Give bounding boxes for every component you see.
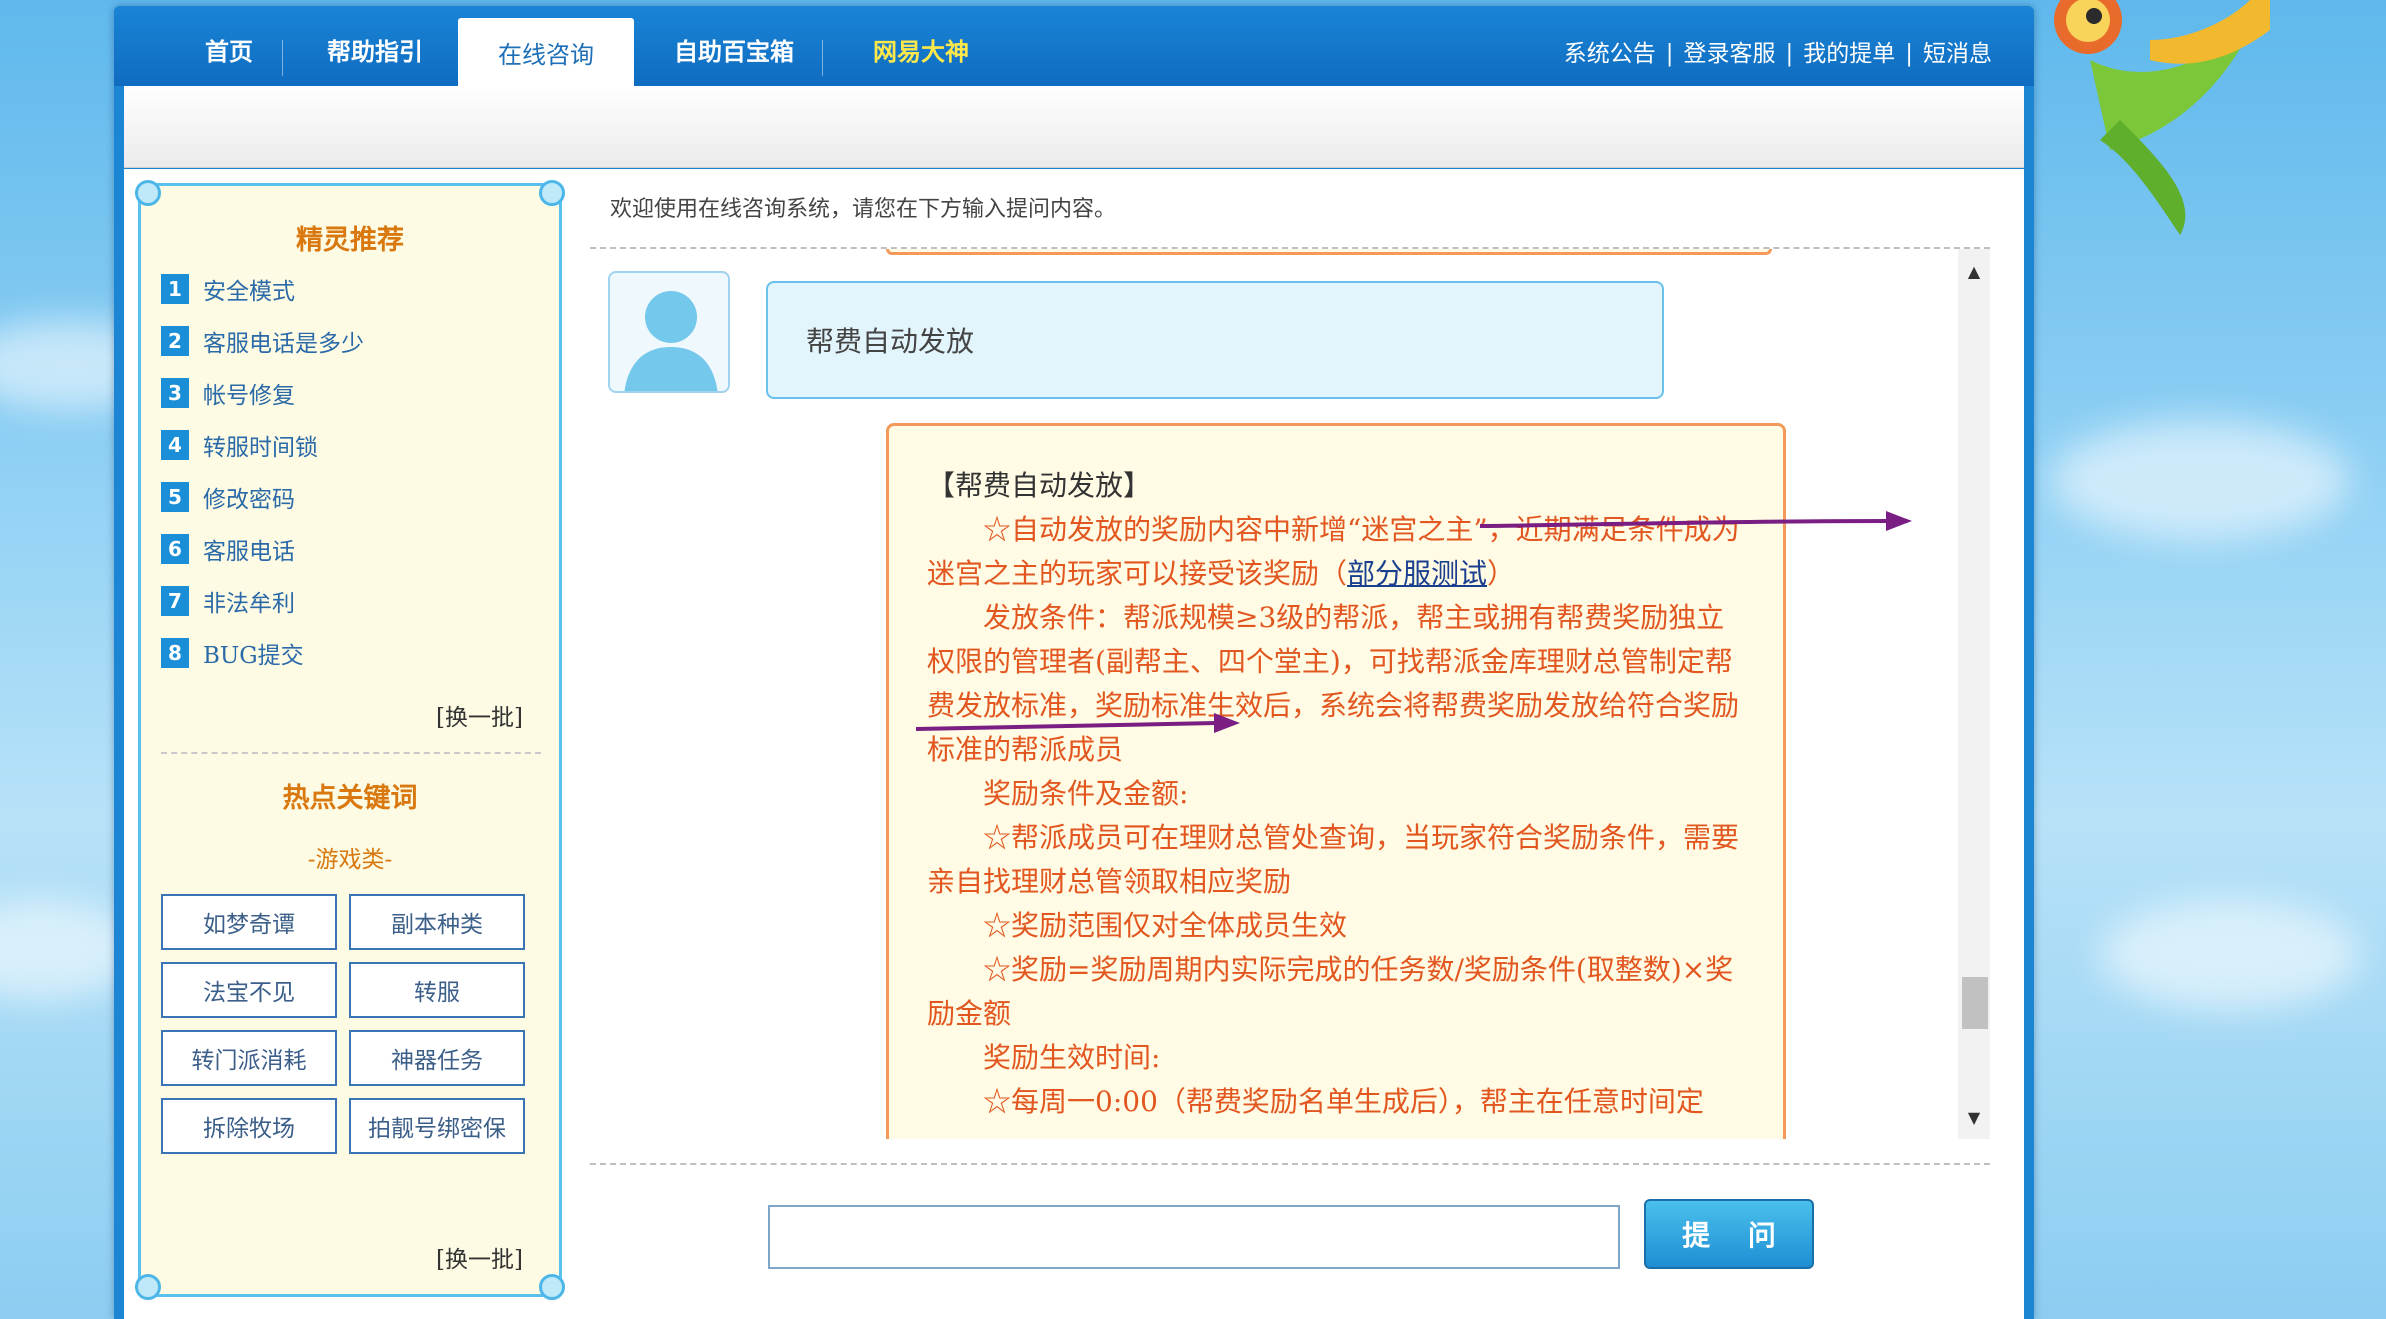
annotation-arrow	[915, 721, 1217, 731]
sidebar-panel: 精灵推荐 1 安全模式 2 客服电话是多少 3 帐号修复 4 转服时间锁 5 修改密码 6…	[135, 180, 565, 1300]
ask-button[interactable]: 提 问	[1644, 1199, 1814, 1269]
link-login-service[interactable]: 登录客服	[1684, 41, 1776, 67]
bg-cloud	[2100, 900, 2360, 1010]
annotation-arrows	[915, 511, 1912, 733]
item-number: 2	[161, 326, 189, 356]
chat-scrollbar[interactable]: ▲ ▼	[1958, 249, 1990, 1139]
recommend-title: 精灵推荐	[296, 225, 404, 256]
scroll-thumb[interactable]	[1962, 977, 1988, 1029]
link-messages[interactable]: 短消息	[1923, 41, 1992, 67]
link-system-notice[interactable]: 系统公告	[1564, 41, 1656, 67]
item-number: 3	[161, 378, 189, 408]
item-label: 转服时间锁	[203, 435, 318, 461]
keyword-button[interactable]: 如梦奇谭	[161, 894, 337, 950]
welcome-text: 欢迎使用在线咨询系统，请您在下方输入提问内容。	[610, 197, 1117, 222]
nav-home[interactable]: 首页	[174, 6, 284, 86]
corner-swirl-icon	[539, 1274, 565, 1300]
item-number: 7	[161, 586, 189, 616]
corner-swirl-icon	[135, 1274, 161, 1300]
corner-swirl-icon	[135, 180, 161, 206]
keyword-category: -游戏类-	[307, 847, 393, 873]
link-my-tickets[interactable]: 我的提单	[1803, 41, 1895, 67]
keyword-button[interactable]: 拆除牧场	[161, 1098, 337, 1154]
recommend-item[interactable]: 3 帐号修复	[161, 376, 295, 410]
top-links: 系统公告 | 登录客服 | 我的提单 | 短消息	[1564, 34, 1992, 68]
item-label: 客服电话	[203, 539, 295, 565]
link-separator: |	[1905, 41, 1913, 67]
item-label: 安全模式	[203, 279, 295, 305]
item-label: 客服电话是多少	[203, 331, 364, 357]
nav-separator	[282, 40, 283, 76]
sub-header-bar	[124, 86, 2024, 168]
item-number: 6	[161, 534, 189, 564]
annotation-arrow	[1479, 519, 1887, 528]
item-number: 5	[161, 482, 189, 512]
recommend-item[interactable]: 5 修改密码	[161, 480, 295, 514]
recommend-item[interactable]: 6 客服电话	[161, 532, 295, 566]
swap-batch-link[interactable]: [换一批]	[436, 698, 523, 732]
arrow-head-icon	[1886, 511, 1912, 531]
keyword-button[interactable]: 神器任务	[349, 1030, 525, 1086]
hot-keywords-title: 热点关键词	[282, 783, 418, 814]
fish-ornament-icon	[2054, 0, 2270, 235]
item-number: 8	[161, 638, 189, 668]
item-number: 4	[161, 430, 189, 460]
nav-help-guide[interactable]: 帮助指引	[300, 6, 450, 86]
item-label: 非法牟利	[203, 591, 295, 617]
item-number: 1	[161, 274, 189, 304]
recommend-item[interactable]: 2 客服电话是多少	[161, 324, 364, 358]
keyword-button[interactable]: 转门派消耗	[161, 1030, 337, 1086]
keyword-button[interactable]: 法宝不见	[161, 962, 337, 1018]
arrow-head-icon	[1214, 713, 1240, 733]
keyword-button[interactable]: 副本种类	[349, 894, 525, 950]
recommend-item[interactable]: 8 BUG提交	[161, 636, 304, 670]
content-area: 精灵推荐 1 安全模式 2 客服电话是多少 3 帐号修复 4 转服时间锁 5 修改密码 6…	[124, 169, 2024, 1319]
swap-batch-link[interactable]: [换一批]	[436, 1240, 523, 1274]
item-label: BUG提交	[203, 643, 304, 669]
nav-netease-dashen[interactable]: 网易大神	[836, 6, 1006, 86]
keyword-button[interactable]: 转服	[349, 962, 525, 1018]
item-label: 修改密码	[203, 487, 295, 513]
input-divider	[590, 1163, 1990, 1165]
chat-history: 帮费自动发放 【帮费自动发放】 ☆自动发放的奖励内容中新增“迷宫之主”，近期满足…	[590, 249, 1990, 1139]
link-separator: |	[1785, 41, 1794, 67]
scroll-up-icon[interactable]: ▲	[1958, 255, 1990, 287]
recommend-item[interactable]: 1 安全模式	[161, 272, 295, 306]
scroll-down-icon[interactable]: ▼	[1958, 1101, 1990, 1133]
main-frame: 首页 帮助指引 在线咨询 自助百宝箱 网易大神 系统公告 | 登录客服 | 我的提单 | 短…	[114, 6, 2034, 1319]
recommend-item[interactable]: 7 非法牟利	[161, 584, 295, 618]
bg-cloud	[2050, 420, 2350, 540]
sidebar-divider	[161, 752, 541, 754]
question-input[interactable]	[768, 1205, 1620, 1269]
keyword-button[interactable]: 拍靓号绑密保	[349, 1098, 525, 1154]
nav-separator	[822, 40, 823, 76]
nav-self-service[interactable]: 自助百宝箱	[644, 6, 824, 86]
top-navbar: 首页 帮助指引 在线咨询 自助百宝箱 网易大神 系统公告 | 登录客服 | 我的提单 | 短…	[114, 6, 2034, 98]
recommend-item[interactable]: 4 转服时间锁	[161, 428, 318, 462]
corner-swirl-icon	[539, 180, 565, 206]
item-label: 帐号修复	[203, 383, 295, 409]
link-separator: |	[1665, 41, 1674, 67]
